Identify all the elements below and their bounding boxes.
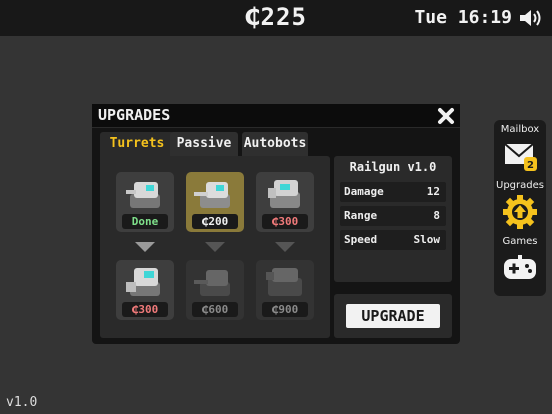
stat-label: Speed <box>344 233 378 246</box>
turret-card-4[interactable]: ₵300 <box>116 260 174 320</box>
upgrade-gear-icon <box>503 195 537 229</box>
stat-label: Damage <box>344 185 384 198</box>
turret-card-2[interactable]: ₵200 <box>186 172 244 232</box>
turret-name: Railgun v1.0 <box>349 160 437 174</box>
mailbox-button[interactable]: Mailbox 2 <box>494 124 546 178</box>
tab-passive[interactable]: Passive <box>170 132 238 156</box>
dialog-header: UPGRADES <box>92 104 460 128</box>
turret-icon <box>126 182 160 208</box>
mail-badge: 2 <box>527 160 534 171</box>
turret-card-5[interactable]: ₵600 <box>186 260 244 320</box>
stat-label: Range <box>344 209 378 222</box>
turret-price: Done <box>122 214 168 229</box>
turret-grid: Done ₵200 ₵300 ₵300 ₵600 ₵900 <box>100 156 330 338</box>
stat-row-damage: Damage 12 <box>340 182 446 202</box>
stat-row-speed: Speed Slow <box>340 230 446 250</box>
turret-icon <box>268 180 300 208</box>
turret-card-1[interactable]: Done <box>116 172 174 232</box>
turret-price: ₵900 <box>262 302 308 317</box>
turret-price: ₵200 <box>192 214 238 229</box>
side-menu-label-mailbox: Mailbox <box>500 124 540 135</box>
upgrade-button[interactable]: UPGRADE <box>346 304 440 328</box>
turret-card-6[interactable]: ₵900 <box>256 260 314 320</box>
upgrades-button[interactable]: Upgrades <box>494 180 546 234</box>
turret-icon <box>126 268 160 296</box>
stat-value: Slow <box>413 233 441 246</box>
turret-icon <box>194 182 230 208</box>
arrow-down-icon <box>135 242 155 252</box>
games-button[interactable]: Games <box>494 236 546 290</box>
turret-details: Railgun v1.0 Damage 12 Range 8 Speed Slo… <box>334 156 452 282</box>
turret-icon <box>194 270 230 296</box>
stat-value: 12 <box>426 185 440 198</box>
side-menu-label-games: Games <box>502 236 538 247</box>
arrow-down-icon <box>275 242 295 252</box>
stat-value: 8 <box>433 209 440 222</box>
side-menu: Mailbox 2 Upgrades Games <box>494 120 546 296</box>
gamepad-icon <box>504 255 536 279</box>
upgrade-action-panel: UPGRADE <box>334 294 452 338</box>
tab-autobots[interactable]: Autobots <box>242 132 308 156</box>
upgrades-dialog: UPGRADES Turrets Passive Autobots Done ₵… <box>92 104 460 344</box>
turret-price: ₵300 <box>122 302 168 317</box>
status-bar: ₵225 Tue 16:19 <box>0 0 552 36</box>
turret-card-3[interactable]: ₵300 <box>256 172 314 232</box>
close-icon[interactable] <box>436 106 456 126</box>
stat-row-range: Range 8 <box>340 206 446 226</box>
version-label: v1.0 <box>6 395 38 410</box>
mail-icon: 2 <box>504 143 537 171</box>
turret-price: ₵600 <box>192 302 238 317</box>
clock: Tue 16:19 <box>414 7 512 28</box>
turret-price: ₵300 <box>262 214 308 229</box>
side-menu-label-upgrades: Upgrades <box>496 180 544 191</box>
turret-icon <box>266 268 302 296</box>
dialog-title: UPGRADES <box>98 106 171 124</box>
tab-turrets[interactable]: Turrets <box>100 132 174 156</box>
arrow-down-icon <box>205 242 225 252</box>
speaker-icon[interactable] <box>518 7 544 29</box>
